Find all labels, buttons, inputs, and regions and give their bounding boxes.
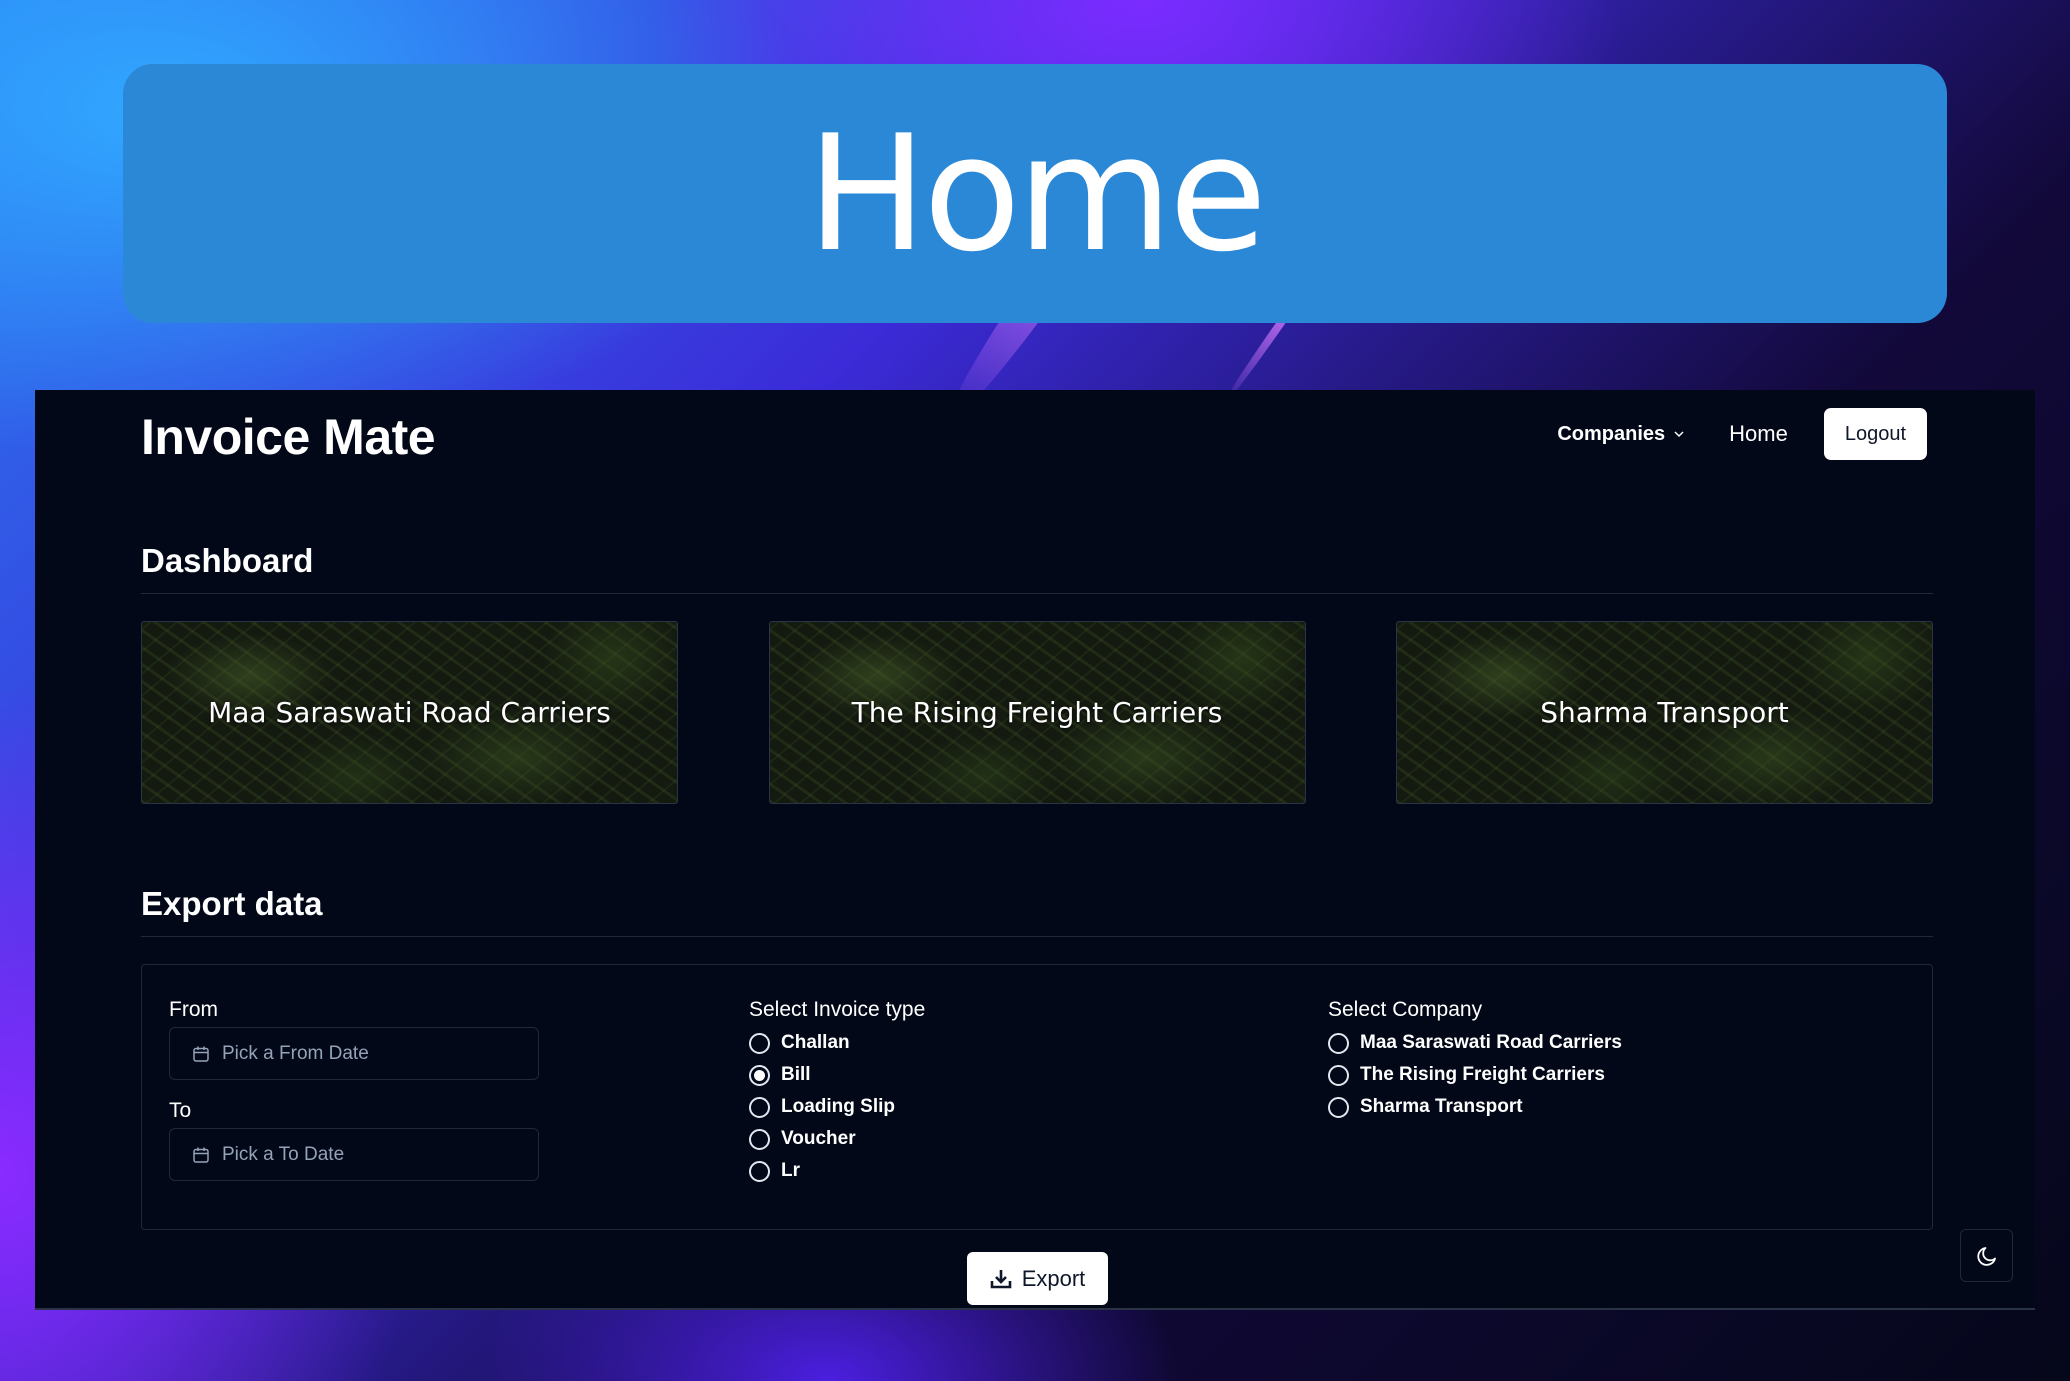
logout-button[interactable]: Logout — [1823, 408, 1927, 460]
calendar-icon — [193, 1147, 209, 1163]
hero-title: Home — [806, 99, 1267, 287]
company-radio-group: Maa Saraswati Road Carriers The Rising F… — [1328, 1027, 1622, 1123]
radio-label: Lr — [781, 1160, 800, 1181]
export-title: Export data — [141, 885, 323, 922]
company-column: Select Company Maa Saraswati Road Carrie… — [1328, 993, 1622, 1123]
calendar-icon — [193, 1046, 209, 1062]
companies-menu-label: Companies — [1557, 422, 1666, 445]
download-icon — [990, 1269, 1012, 1288]
to-date-picker[interactable]: Pick a To Date — [169, 1128, 539, 1181]
brand-logo[interactable]: Invoice Mate — [141, 408, 436, 466]
invoice-type-option-challan[interactable]: Challan — [749, 1027, 925, 1059]
date-range-column: From Pick a From Date To Pick a To Date — [169, 993, 539, 1181]
company-card[interactable]: Maa Saraswati Road Carriers — [141, 621, 678, 804]
from-label: From — [169, 998, 218, 1021]
company-card-label: Sharma Transport — [1540, 696, 1789, 729]
radio-label: Bill — [781, 1064, 811, 1085]
radio-button[interactable] — [749, 1128, 770, 1150]
chevron-down-icon — [1674, 431, 1684, 438]
dashboard-divider — [141, 593, 1933, 594]
invoice-type-label: Select Invoice type — [749, 998, 926, 1021]
from-date-picker[interactable]: Pick a From Date — [169, 1027, 539, 1080]
export-button-label: Export — [1021, 1265, 1086, 1291]
radio-button[interactable] — [1328, 1064, 1349, 1086]
invoice-type-option-loading-slip[interactable]: Loading Slip — [749, 1091, 925, 1123]
company-card[interactable]: Sharma Transport — [1396, 621, 1933, 804]
company-option-maa-saraswati[interactable]: Maa Saraswati Road Carriers — [1328, 1027, 1622, 1059]
top-nav: Companies Home Logout — [1557, 408, 1927, 460]
radio-button[interactable] — [1328, 1032, 1349, 1054]
company-card[interactable]: The Rising Freight Carriers — [768, 621, 1306, 804]
company-label: Select Company — [1328, 998, 1483, 1021]
radio-label: Voucher — [781, 1128, 856, 1149]
radio-label: Loading Slip — [781, 1096, 895, 1117]
company-option-sharma-transport[interactable]: Sharma Transport — [1328, 1091, 1622, 1123]
export-form: From Pick a From Date To Pick a To Date … — [141, 964, 1933, 1230]
radio-button-checked[interactable] — [749, 1064, 770, 1086]
radio-label: The Rising Freight Carriers — [1360, 1064, 1605, 1085]
to-date-placeholder: Pick a To Date — [222, 1143, 345, 1165]
app-window: Invoice Mate Companies Home Logout Dashb… — [35, 390, 2035, 1310]
radio-button[interactable] — [749, 1032, 770, 1054]
radio-button[interactable] — [1328, 1096, 1349, 1118]
from-date-placeholder: Pick a From Date — [222, 1042, 369, 1064]
radio-label: Challan — [781, 1032, 850, 1053]
nav-home-link[interactable]: Home — [1729, 421, 1788, 447]
export-divider — [141, 936, 1933, 937]
company-option-rising-freight[interactable]: The Rising Freight Carriers — [1328, 1059, 1622, 1091]
invoice-type-option-voucher[interactable]: Voucher — [749, 1123, 925, 1155]
hero-banner: Home — [123, 64, 1947, 323]
company-cards: Maa Saraswati Road Carriers The Rising F… — [141, 621, 1933, 804]
export-button[interactable]: Export — [967, 1252, 1108, 1305]
company-card-label: The Rising Freight Carriers — [851, 696, 1223, 729]
company-card-label: Maa Saraswati Road Carriers — [208, 696, 611, 729]
radio-button[interactable] — [749, 1096, 770, 1118]
to-label: To — [169, 1099, 192, 1122]
invoice-type-radio-group: Challan Bill Loading Slip Voucher Lr — [749, 1027, 925, 1187]
invoice-type-option-lr[interactable]: Lr — [749, 1155, 925, 1187]
radio-label: Maa Saraswati Road Carriers — [1360, 1032, 1622, 1053]
theme-toggle-button[interactable] — [1960, 1229, 2013, 1282]
radio-label: Sharma Transport — [1360, 1096, 1523, 1117]
companies-menu[interactable]: Companies — [1557, 423, 1685, 446]
invoice-type-column: Select Invoice type Challan Bill Loading… — [749, 993, 925, 1187]
dashboard-title: Dashboard — [141, 542, 314, 579]
moon-icon — [1976, 1246, 1996, 1266]
invoice-type-option-bill[interactable]: Bill — [749, 1059, 925, 1091]
radio-button[interactable] — [749, 1160, 770, 1182]
